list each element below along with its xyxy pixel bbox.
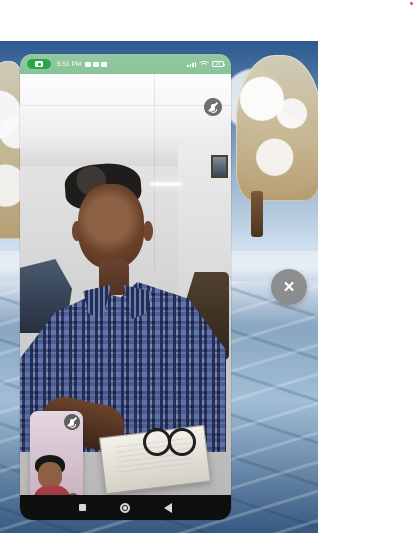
status-right: 25 — [187, 60, 225, 68]
notification-icon — [93, 61, 100, 67]
home-button[interactable] — [120, 502, 130, 513]
camera-status-pill — [27, 59, 51, 69]
close-icon: × — [283, 276, 295, 298]
video-call-screen: 5:51 PM 25 — [20, 54, 231, 520]
recents-button[interactable] — [79, 504, 86, 511]
notification-icon — [85, 61, 92, 67]
remote-mute-button[interactable] — [204, 98, 222, 116]
corner-indicator-dot — [410, 2, 413, 5]
self-mute-button[interactable] — [64, 414, 80, 430]
self-view-preview[interactable] — [30, 411, 83, 495]
battery-level: 25 — [215, 61, 221, 66]
glasses — [140, 420, 203, 460]
close-call-button[interactable]: × — [271, 269, 307, 305]
local-participant-body — [33, 485, 71, 495]
status-bar: 5:51 PM 25 — [20, 54, 231, 74]
battery-icon: 25 — [212, 61, 225, 67]
participant-face — [78, 184, 144, 268]
local-participant — [33, 455, 71, 495]
wifi-icon — [199, 60, 209, 68]
signal-icon — [187, 61, 196, 67]
tree-trunk — [251, 191, 263, 237]
back-button[interactable] — [164, 502, 172, 513]
snow-tree-right — [236, 55, 318, 201]
notification-icon — [101, 61, 108, 67]
status-time: 5:51 PM — [57, 60, 82, 68]
ceiling-line — [20, 105, 231, 106]
navigation-bar — [20, 495, 231, 520]
remote-video-feed — [20, 74, 231, 495]
participant-ear-right — [143, 221, 153, 241]
notification-icons — [85, 61, 108, 67]
camera-icon — [35, 61, 43, 67]
